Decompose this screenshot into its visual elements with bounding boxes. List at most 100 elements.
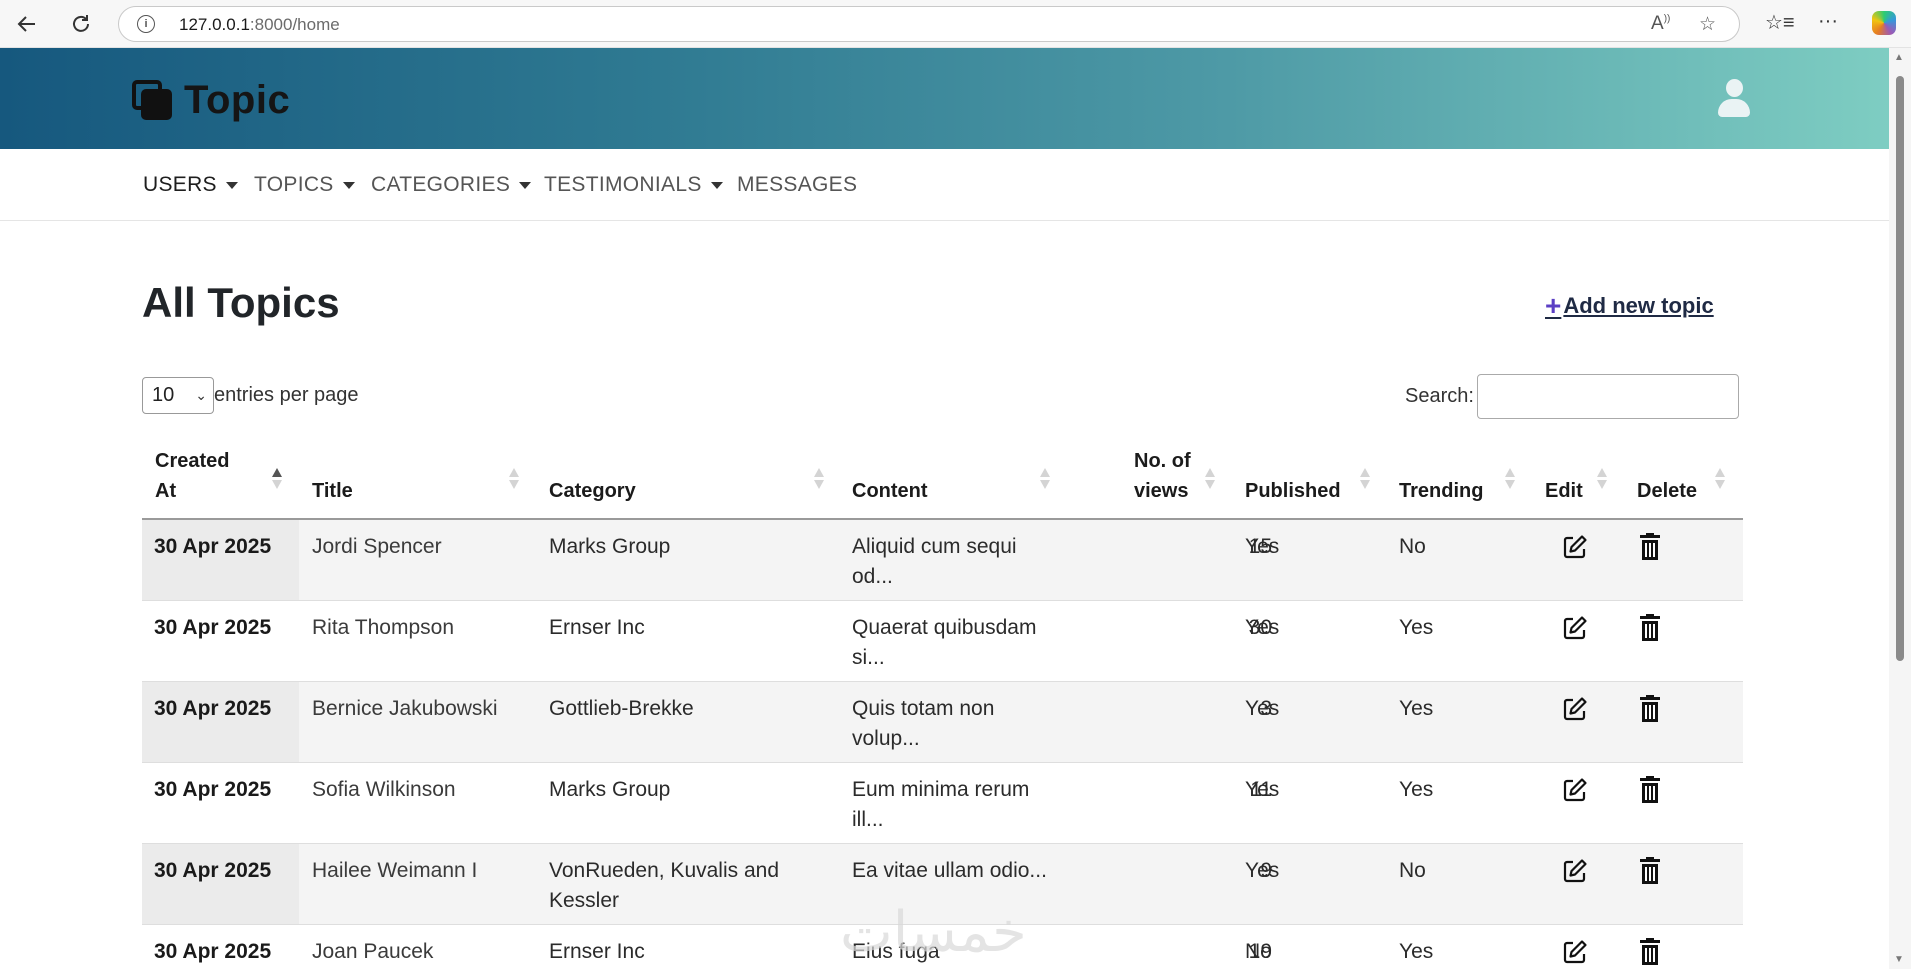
table-header: Created At Title Category Content No. of v… <box>142 440 1743 520</box>
table-row: 30 Apr 2025 Jordi Spencer Marks Group Aliqu… <box>142 520 1743 601</box>
col-trending[interactable]: Trending <box>1399 476 1483 506</box>
trash-icon[interactable] <box>1639 857 1661 885</box>
col-delete[interactable]: Delete <box>1637 476 1697 506</box>
entries-per-page: 10 ⌄ entries per page <box>142 377 359 414</box>
address-bar[interactable]: i 127.0.0.1:8000/home A)) ☆ <box>118 6 1740 42</box>
trash-icon[interactable] <box>1639 533 1661 561</box>
edit-icon[interactable] <box>1562 777 1588 803</box>
site-logo[interactable]: Topic <box>132 78 290 123</box>
add-new-topic-label: Add new topic <box>1563 293 1714 318</box>
edit-icon[interactable] <box>1562 858 1588 884</box>
cell-content: Ea vitae ullam odio... <box>852 859 1047 882</box>
edit-icon[interactable] <box>1562 939 1588 965</box>
scroll-thumb[interactable] <box>1896 76 1904 661</box>
entries-select-value: 10 <box>152 384 175 406</box>
table-row: 30 Apr 2025 Bernice Jakubowski Gottlieb-Br… <box>142 682 1743 763</box>
cell-created-at: 30 Apr 2025 <box>154 616 272 639</box>
nav-messages-label: MESSAGES <box>737 173 858 196</box>
sort-icon[interactable] <box>1715 468 1725 490</box>
col-title[interactable]: Title <box>312 476 353 506</box>
cell-published: Yes <box>1245 859 1280 882</box>
cell-category: Marks Group <box>549 535 671 558</box>
sort-icon[interactable] <box>1205 468 1215 490</box>
main-nav: USERS TOPICS CATEGORIES TESTIMONIALS MES… <box>0 149 1889 221</box>
cell-trending: Yes <box>1399 778 1434 801</box>
caret-down-icon <box>710 181 723 189</box>
sort-icon[interactable] <box>1040 468 1050 490</box>
nav-messages[interactable]: MESSAGES <box>737 173 857 197</box>
col-edit[interactable]: Edit <box>1545 476 1583 506</box>
cell-published: Yes <box>1245 535 1280 558</box>
cell-trending: No <box>1399 859 1426 882</box>
col-created-at[interactable]: Created At <box>155 446 229 506</box>
sort-icon[interactable] <box>509 468 519 490</box>
user-avatar-icon[interactable] <box>1718 79 1750 119</box>
caret-down-icon <box>225 181 238 189</box>
read-aloud-icon[interactable]: A)) <box>1651 13 1670 35</box>
cell-created-at: 30 Apr 2025 <box>154 940 272 963</box>
sort-icon[interactable] <box>1597 468 1607 490</box>
cell-created-at: 30 Apr 2025 <box>154 697 272 720</box>
cell-published: No <box>1245 940 1272 963</box>
sort-asc-icon[interactable] <box>272 468 282 490</box>
edit-icon[interactable] <box>1562 696 1588 722</box>
logo-text: Topic <box>184 78 291 122</box>
nav-categories[interactable]: CATEGORIES <box>371 173 532 197</box>
caret-down-icon <box>519 181 532 189</box>
cell-title: Bernice Jakubowski <box>312 697 498 720</box>
topics-table: Created At Title Category Content No. of v… <box>142 440 1743 969</box>
trash-icon[interactable] <box>1639 776 1661 804</box>
cell-category: Ernser Inc <box>549 616 645 639</box>
cell-category: Ernser Inc <box>549 940 645 963</box>
favorites-icon[interactable]: ☆≡ <box>1765 10 1795 35</box>
entries-select[interactable]: 10 ⌄ <box>142 377 214 414</box>
trash-icon[interactable] <box>1639 695 1661 723</box>
add-new-topic-link[interactable]: + Add new topic <box>1545 290 1714 322</box>
page-scrollbar[interactable]: ▲ ▼ <box>1889 48 1911 969</box>
plus-icon: + <box>1545 290 1562 321</box>
reload-icon[interactable] <box>66 9 96 39</box>
nav-users[interactable]: USERS <box>143 173 238 197</box>
watermark-logo: خمسات <box>840 900 1027 965</box>
trash-icon[interactable] <box>1639 938 1661 966</box>
edit-icon[interactable] <box>1562 615 1588 641</box>
logo-icon <box>132 79 174 122</box>
favorite-star-icon[interactable]: ☆ <box>1699 13 1716 36</box>
more-icon[interactable]: ··· <box>1818 10 1838 33</box>
cell-content: Eum minima rerum ill... <box>852 778 1030 831</box>
cell-title: Sofia Wilkinson <box>312 778 456 801</box>
cell-title: Rita Thompson <box>312 616 455 639</box>
sort-icon[interactable] <box>814 468 824 490</box>
col-views[interactable]: No. of views <box>1134 446 1191 506</box>
col-published[interactable]: Published <box>1245 476 1341 506</box>
col-content[interactable]: Content <box>852 476 928 506</box>
cell-trending: No <box>1399 535 1426 558</box>
cell-category: VonRueden, Kuvalis and Kessler <box>549 859 780 912</box>
nav-categories-label: CATEGORIES <box>371 173 511 196</box>
cell-content: Quaerat quibusdam si... <box>852 616 1037 669</box>
browser-toolbar: i 127.0.0.1:8000/home A)) ☆ ☆≡ ··· <box>0 0 1911 48</box>
scroll-up-icon[interactable]: ▲ <box>1894 52 1904 63</box>
search-label: Search: <box>1405 385 1474 407</box>
entries-label: entries per page <box>214 384 359 406</box>
trash-icon[interactable] <box>1639 614 1661 642</box>
cell-published: Yes <box>1245 616 1280 639</box>
cell-content: Aliquid cum sequi od... <box>852 535 1017 588</box>
scroll-down-icon[interactable]: ▼ <box>1894 954 1904 965</box>
site-info-icon[interactable]: i <box>137 15 155 33</box>
cell-category: Gottlieb-Brekke <box>549 697 694 720</box>
cell-published: Yes <box>1245 697 1280 720</box>
back-icon[interactable] <box>12 9 42 39</box>
cell-category: Marks Group <box>549 778 671 801</box>
col-category[interactable]: Category <box>549 476 636 506</box>
table-search: Search: <box>1405 374 1739 419</box>
table-row: 30 Apr 2025 Rita Thompson Ernser Inc Quaera… <box>142 601 1743 682</box>
nav-topics[interactable]: TOPICS <box>254 173 355 197</box>
cell-created-at: 30 Apr 2025 <box>154 535 272 558</box>
copilot-icon[interactable] <box>1872 11 1896 35</box>
sort-icon[interactable] <box>1360 468 1370 490</box>
edit-icon[interactable] <box>1562 534 1588 560</box>
nav-testimonials[interactable]: TESTIMONIALS <box>544 173 723 197</box>
search-input[interactable] <box>1476 374 1739 419</box>
sort-icon[interactable] <box>1505 468 1515 490</box>
